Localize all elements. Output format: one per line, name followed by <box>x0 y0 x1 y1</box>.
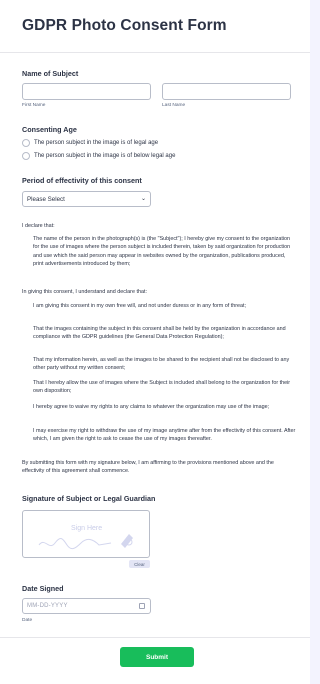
clear-signature-button[interactable]: Clear <box>129 560 150 568</box>
last-name-input[interactable] <box>162 83 291 100</box>
date-signed-label: Date Signed <box>22 584 64 593</box>
legal-age-option-label: The person subject in the image is of le… <box>34 139 159 146</box>
first-name-sublabel: First Name <box>22 103 46 108</box>
declaration-item: That my information herein, as well as t… <box>33 357 290 372</box>
consenting-age-label: Consenting Age <box>22 125 77 134</box>
date-placeholder: MM-DD-YYYY <box>27 603 68 609</box>
declaration-item: That the images containing the subject i… <box>33 326 286 341</box>
legal-age-radio[interactable] <box>22 138 30 147</box>
below-legal-age-radio[interactable] <box>22 151 30 160</box>
chevron-down-icon: ⌄ <box>140 196 146 202</box>
date-sublabel: Date <box>22 618 33 623</box>
first-name-input[interactable] <box>22 83 151 100</box>
declaration-intro: I declare that: <box>22 223 55 229</box>
form-header: GDPR Photo Consent Form <box>0 0 310 53</box>
period-select[interactable]: Please Select ⌄ <box>22 191 151 207</box>
submit-button[interactable]: Submit <box>120 647 194 667</box>
declaration-item: I hereby agree to waive my rights to any… <box>33 404 270 410</box>
calendar-icon[interactable] <box>139 603 145 609</box>
below-legal-age-option[interactable]: The person subject in the image is of be… <box>22 151 175 160</box>
declaration-name-paragraph: The name of the person in the photograph… <box>33 236 291 268</box>
declaration-item: I am giving this consent in my own free … <box>33 303 247 309</box>
declaration-understand: In giving this consent, I understand and… <box>22 289 147 295</box>
form-title: GDPR Photo Consent Form <box>22 17 227 34</box>
signature-pad[interactable]: Sign Here <box>22 510 150 558</box>
period-label: Period of effectivity of this consent <box>22 176 142 185</box>
name-of-subject-label: Name of Subject <box>22 69 79 78</box>
signature-label: Signature of Subject or Legal Guardian <box>22 494 156 503</box>
last-name-sublabel: Last Name <box>162 103 186 108</box>
below-legal-age-option-label: The person subject in the image is of be… <box>34 152 176 159</box>
legal-age-option[interactable]: The person subject in the image is of le… <box>22 138 158 147</box>
declaration-closing: By submitting this form with my signatur… <box>22 460 274 475</box>
declaration-item: I may exercise my right to withdraw the … <box>33 428 296 443</box>
declaration-item: That I hereby allow the use of images wh… <box>33 380 291 395</box>
period-selected-value: Please Select <box>27 196 65 203</box>
form-page: GDPR Photo Consent Form Name of Subject … <box>0 0 310 684</box>
date-input[interactable]: MM-DD-YYYY <box>22 598 151 614</box>
signature-scribble-icon <box>38 534 133 550</box>
